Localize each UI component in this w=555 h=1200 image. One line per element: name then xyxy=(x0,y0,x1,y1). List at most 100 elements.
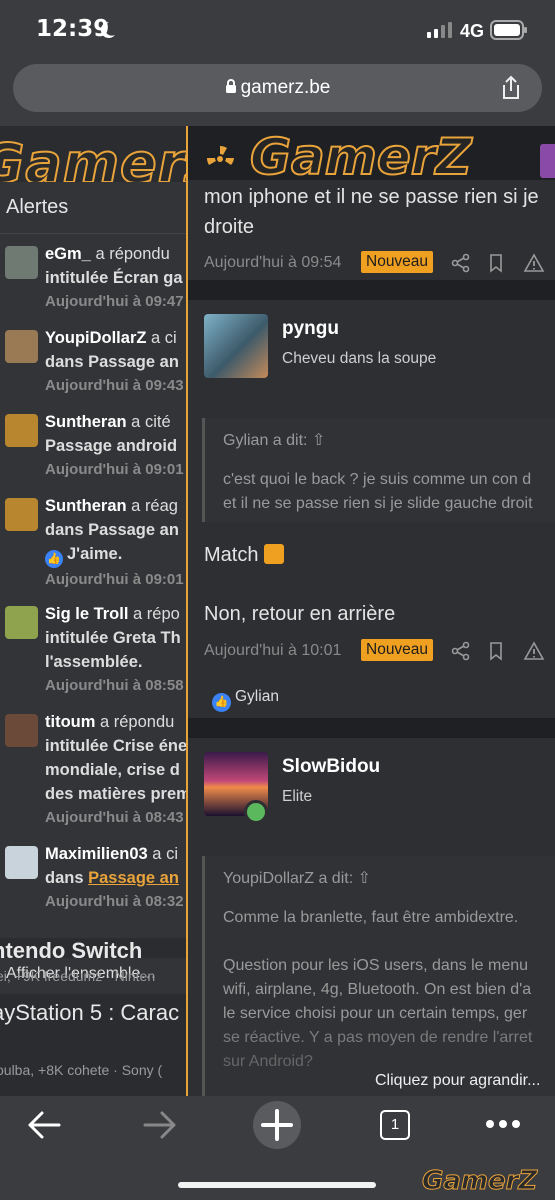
alert-user: Suntheran xyxy=(45,413,127,431)
share-icon[interactable] xyxy=(500,75,522,101)
new-badge: Nouveau xyxy=(361,639,434,661)
post-date: Aujourd'hui à 09:54 xyxy=(204,254,342,271)
quote-text: wifi, airplane, 4g, Bluetooth. On est bi… xyxy=(223,981,532,998)
watermark: GamerZ xyxy=(421,1166,538,1197)
quote-text: Comme la branlette, faut être ambidextre… xyxy=(223,909,519,926)
status-bar: 12:39 4G xyxy=(0,0,555,60)
alert-date: Aujourd'hui à 08:43 xyxy=(45,809,184,826)
alert-line: dans Passage an xyxy=(45,353,179,371)
like-icon: 👍 xyxy=(212,693,231,712)
post-date: Aujourd'hui à 10:01 xyxy=(204,642,342,659)
thread-title[interactable]: ntendo Switch xyxy=(0,938,142,964)
alert-line: J'aime. xyxy=(67,545,123,563)
alert-line: a répo xyxy=(128,605,180,623)
username[interactable]: pyngu xyxy=(282,318,339,340)
report-icon[interactable] xyxy=(523,640,545,662)
quote-author-label: YoupiDollarZ a dit: xyxy=(223,870,354,887)
quote-text: se réactive. Y a pas moyen de rendre l'a… xyxy=(223,1029,533,1046)
alert-line: intitulée Greta Th xyxy=(45,629,181,647)
bookmark-icon[interactable] xyxy=(485,252,507,274)
avatar xyxy=(5,846,38,879)
alerts-panel: Alertes eGm_ a répondu intitulée Écran g… xyxy=(0,182,187,994)
post-text: Non, retour en arrière xyxy=(204,603,396,625)
alert-user: Sig le Troll xyxy=(45,605,129,623)
alert-line: a cité xyxy=(126,413,171,431)
reaction-bar[interactable]: 👍 Gylian xyxy=(212,688,279,712)
arrow-up-icon: ⇧ xyxy=(311,432,326,449)
alert-user: titoum xyxy=(45,713,96,731)
avatar xyxy=(5,246,38,279)
alert-item[interactable]: Suntheran a réag dans Passage an 👍 J'aime… xyxy=(0,494,187,602)
site-logo[interactable]: GamerZ xyxy=(249,127,473,187)
bookmark-icon[interactable] xyxy=(485,640,507,662)
quote-text: c'est quoi le back ? je suis comme un co… xyxy=(223,471,532,488)
avatar xyxy=(5,606,38,639)
alert-item[interactable]: YoupiDollarZ a ci dans Passage an Aujour… xyxy=(0,326,187,410)
alert-line: a répondu xyxy=(90,245,170,263)
alert-text: YoupiDollarZ a ci dans Passage an Aujour… xyxy=(45,326,187,398)
share-icon[interactable] xyxy=(450,252,472,274)
username[interactable]: SlowBidou xyxy=(282,756,380,778)
tab-count: 1 xyxy=(390,1116,400,1133)
quote-author[interactable]: YoupiDollarZ a dit: ⇧ xyxy=(223,868,371,888)
arrow-up-icon: ⇧ xyxy=(357,870,372,887)
share-icon[interactable] xyxy=(450,640,472,662)
alert-text: Maximilien03 a ci dans Passage an Aujour… xyxy=(45,842,187,914)
quote-text: Question pour les iOS users, dans le men… xyxy=(223,957,529,974)
alert-item[interactable]: Sig le Troll a répo intitulée Greta Th l… xyxy=(0,602,187,710)
alert-line: a ci xyxy=(146,329,177,347)
alert-item[interactable]: titoum a répondu intitulée Crise éne mon… xyxy=(0,710,187,842)
alert-date: Aujourd'hui à 08:58 xyxy=(45,677,184,694)
avatar xyxy=(540,144,555,178)
alert-item[interactable]: Suntheran a cité Passage android Aujourd… xyxy=(0,410,187,494)
browser-header: gamerz.be xyxy=(0,60,555,126)
alert-user: eGm_ xyxy=(45,245,91,263)
url: gamerz.be xyxy=(240,77,331,98)
alerts-title: Alertes xyxy=(0,182,187,234)
avatar xyxy=(5,414,38,447)
thread-meta: oulba, +8K cohete · Sony ( xyxy=(0,1062,163,1078)
home-indicator[interactable] xyxy=(178,1182,376,1188)
avatar xyxy=(5,498,38,531)
quote-author-label: Gylian a dit: xyxy=(223,432,308,449)
quote-block: Gylian a dit: ⇧ c'est quoi le back ? je … xyxy=(202,418,555,522)
lock-icon xyxy=(225,79,236,93)
back-icon[interactable] xyxy=(26,1110,62,1140)
alert-link[interactable]: Passage an xyxy=(88,869,179,887)
alert-text: Suntheran a cité Passage android Aujourd… xyxy=(45,410,187,482)
report-icon[interactable] xyxy=(523,252,545,274)
alert-line: mondiale, crise d xyxy=(45,761,180,779)
battery-icon xyxy=(490,20,527,40)
alert-line: dans xyxy=(45,869,89,887)
avatar xyxy=(5,714,38,747)
tabs-button[interactable]: 1 xyxy=(380,1110,410,1140)
alert-item[interactable]: Maximilien03 a ci dans Passage an Aujour… xyxy=(0,842,187,926)
alert-date: Aujourd'hui à 08:32 xyxy=(45,893,184,910)
moon-icon xyxy=(100,21,115,38)
alert-user: Maximilien03 xyxy=(45,845,148,863)
thread-title[interactable]: ayStation 5 : Carac xyxy=(0,1000,179,1026)
alert-text: titoum a répondu intitulée Crise éne mon… xyxy=(45,710,187,830)
address-bar[interactable]: gamerz.be xyxy=(13,64,542,112)
alert-line: a ci xyxy=(147,845,178,863)
signal-icon xyxy=(427,22,452,38)
alert-line: intitulée Écran ga xyxy=(45,269,183,287)
post-text: mon iphone et il ne se passe rien si je xyxy=(204,186,539,208)
alert-text: Sig le Troll a répo intitulée Greta Th l… xyxy=(45,602,187,698)
alert-item[interactable]: eGm_ a répondu intitulée Écran ga Aujour… xyxy=(0,242,187,326)
more-icon[interactable] xyxy=(484,1118,522,1130)
expand-quote-link[interactable]: Cliquez pour agrandir... xyxy=(375,1072,540,1090)
quote-author[interactable]: Gylian a dit: ⇧ xyxy=(223,430,325,450)
alert-date: Aujourd'hui à 09:43 xyxy=(45,377,184,394)
forward-icon[interactable] xyxy=(142,1110,178,1140)
alert-line: intitulée Crise éne xyxy=(45,737,187,755)
avatar[interactable] xyxy=(204,314,268,378)
alert-user: Suntheran xyxy=(45,497,127,515)
post-text-line: Match xyxy=(204,544,259,566)
alert-date: Aujourd'hui à 09:47 xyxy=(45,293,184,310)
plus-icon xyxy=(261,1109,293,1141)
new-tab-button[interactable] xyxy=(253,1101,301,1149)
quote-text: sur Android? xyxy=(223,1053,313,1070)
right-pane: GamerZ mon iphone et il ne se passe rien… xyxy=(188,126,555,1096)
alert-user: YoupiDollarZ xyxy=(45,329,147,347)
